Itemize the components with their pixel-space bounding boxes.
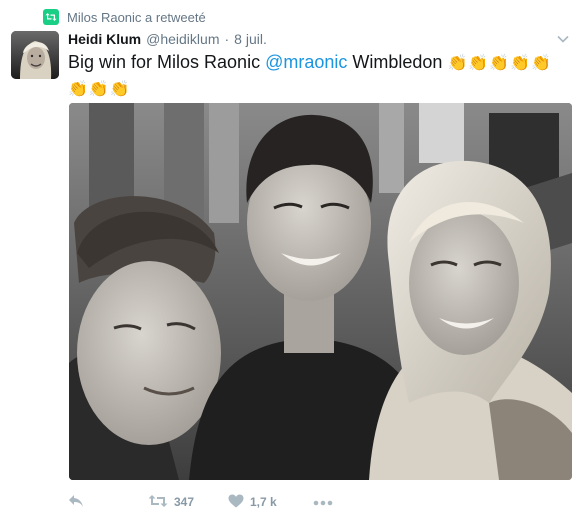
- mention-link[interactable]: @mraonic: [265, 52, 347, 72]
- like-count: 1,7 k: [250, 495, 277, 509]
- separator: ·: [224, 31, 230, 47]
- tweet-header: Heidi Klum @heidiklum · 8 juil.: [68, 31, 267, 51]
- retweet-icon: [43, 9, 59, 25]
- tweet-timestamp[interactable]: 8 juil.: [234, 31, 267, 47]
- chevron-down-icon[interactable]: [555, 32, 571, 46]
- more-icon: [313, 495, 333, 509]
- reply-button[interactable]: [68, 494, 148, 511]
- retweet-icon: [148, 494, 168, 511]
- tweet-photo[interactable]: [69, 103, 572, 480]
- tweet-text: Big win for Milos Raonic @mraonic Wimble…: [68, 50, 568, 102]
- author-name[interactable]: Heidi Klum: [68, 31, 141, 47]
- retweet-button[interactable]: 347: [148, 494, 228, 511]
- author-handle[interactable]: @heidiklum: [146, 31, 219, 47]
- tweet-text-end: Wimbledon: [352, 52, 443, 72]
- heart-icon: [228, 494, 244, 511]
- tweet-text-start: Big win for Milos Raonic: [68, 52, 261, 72]
- avatar[interactable]: [11, 31, 59, 79]
- like-button[interactable]: 1,7 k: [228, 494, 313, 511]
- more-button[interactable]: [313, 495, 333, 509]
- retweeted-by-label[interactable]: Milos Raonic a retweeté: [67, 10, 206, 25]
- tweet-actions: 347 1,7 k: [68, 490, 333, 514]
- reply-icon: [68, 494, 84, 511]
- retweet-count: 347: [174, 495, 195, 509]
- retweet-context[interactable]: Milos Raonic a retweeté: [43, 8, 206, 26]
